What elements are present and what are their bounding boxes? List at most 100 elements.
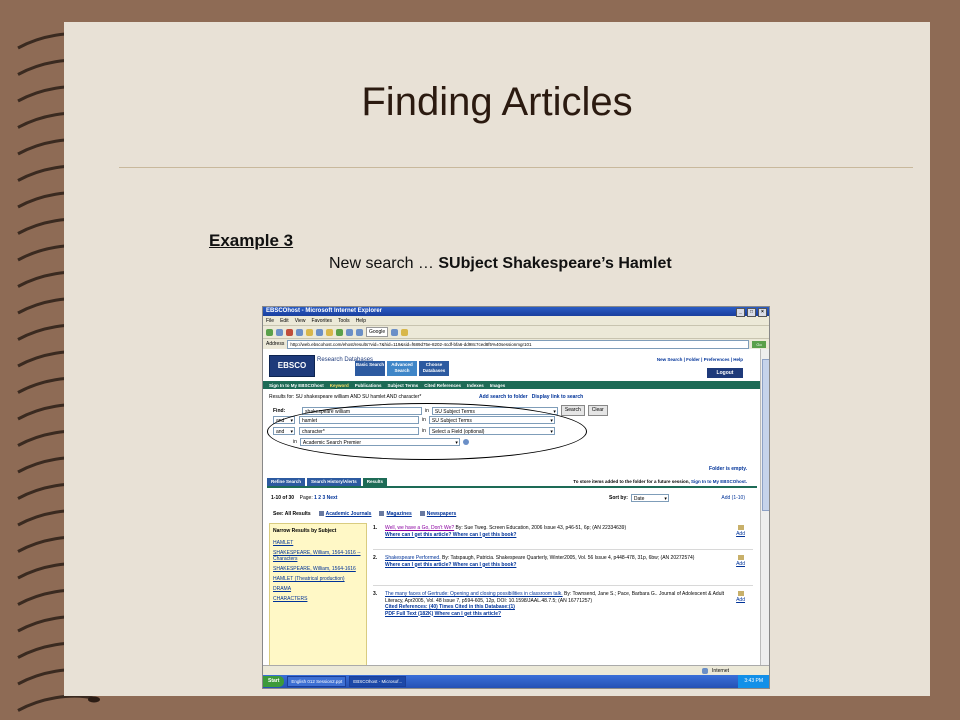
menu-tools[interactable]: Tools [338, 318, 350, 324]
see-magazines[interactable]: Magazines [379, 511, 412, 517]
result-links-2[interactable]: PDF Full Text (182K) Where can I get thi… [385, 611, 501, 617]
sign-in-link[interactable]: Sign In to My EBSCOhost [269, 383, 324, 388]
tab-search-history[interactable]: Search History/Alerts [307, 478, 361, 486]
status-zone: Internet [712, 667, 729, 674]
address-field[interactable]: http://web.ebscohost.com/ehost/results?v… [287, 339, 749, 349]
find-label: Find: [273, 407, 286, 414]
subject-hamlet-theatrical[interactable]: HAMLET (Theatrical production) [270, 574, 366, 584]
menu-view[interactable]: View [295, 318, 306, 324]
add-search-link[interactable]: Add search to folder [479, 394, 528, 400]
result-item-3: 3. The many faces of Gertrude: Opening a… [373, 591, 753, 639]
result-title[interactable]: Shakespeare Performed. [385, 555, 441, 561]
add-label: Add [736, 531, 745, 537]
folder-empty[interactable]: Folder is empty. [709, 466, 747, 472]
result-title[interactable]: Well, we have a Go, Don't We? [385, 525, 454, 531]
help-link[interactable]: Help [733, 357, 743, 362]
history-icon[interactable] [336, 328, 343, 336]
tab-advanced-search[interactable]: Advanced Search [387, 361, 417, 376]
minimize-button[interactable]: _ [736, 308, 745, 317]
menu-help[interactable]: Help [356, 318, 366, 324]
search-tabs: Basic Search Advanced Search Choose Data… [355, 361, 449, 376]
back-icon[interactable] [266, 328, 273, 336]
vertical-scrollbar[interactable] [760, 349, 769, 675]
forward-icon[interactable] [276, 328, 283, 336]
result-links[interactable]: Where can I get this article? Where can … [385, 532, 516, 538]
scrollbar-thumb[interactable] [762, 359, 769, 511]
result-links[interactable]: Where can I get this article? Where can … [385, 562, 516, 568]
result-number: 2. [373, 555, 378, 561]
search-button[interactable]: Search [560, 405, 585, 416]
bookmark-icon[interactable] [401, 328, 409, 336]
go-button[interactable]: Go [752, 340, 766, 348]
subject-shakespeare-characters[interactable]: SHAKESPEARE, William, 1564-1616 -- Chara… [270, 548, 366, 564]
page-1[interactable]: 1 [314, 495, 317, 501]
add-button[interactable]: Add [736, 555, 745, 568]
see-newspapers[interactable]: Newspapers [419, 511, 456, 517]
search-icon[interactable] [316, 328, 323, 336]
add-range-link[interactable]: Add (1-10) [721, 495, 745, 501]
tab-results[interactable]: Results [362, 478, 388, 486]
magazines-link[interactable]: Magazines [386, 511, 411, 517]
menu-file[interactable]: File [266, 318, 274, 324]
google-search-box[interactable]: Google [366, 327, 389, 337]
display-link[interactable]: Display link to search [532, 394, 583, 400]
nav-subject-terms[interactable]: Subject Terms [388, 383, 419, 388]
task-ebscohost[interactable]: EBSCOhost - Microsof... [349, 676, 407, 687]
result-number: 3. [373, 591, 378, 597]
page-2[interactable]: 2 [318, 495, 321, 501]
favorites-icon[interactable] [326, 328, 333, 336]
stop-icon[interactable] [286, 328, 293, 336]
new-search-link[interactable]: New Search [657, 357, 683, 362]
maximize-button[interactable]: □ [747, 308, 756, 317]
home-icon[interactable] [306, 328, 313, 336]
menu-edit[interactable]: Edit [280, 318, 289, 324]
page-next[interactable]: Next [327, 495, 338, 501]
result-number: 1. [373, 525, 378, 531]
subject-characters[interactable]: CHARACTERS [270, 594, 366, 604]
nav-cited-references[interactable]: Cited References [424, 383, 461, 388]
title-divider [119, 167, 913, 168]
nav-publications[interactable]: Publications [355, 383, 382, 388]
add-button[interactable]: Add [736, 525, 745, 538]
result-title[interactable]: The many faces of Gertrude: Opening and … [385, 591, 563, 597]
spiral-hole [88, 696, 100, 703]
academic-journals-link[interactable]: Academic Journals [326, 511, 372, 517]
task-powerpoint[interactable]: English 012 Session2.ppt [287, 676, 347, 687]
refresh-icon[interactable] [296, 328, 303, 336]
store-link[interactable]: Sign In to My EBSCOhost. [691, 479, 747, 484]
address-label: Address [266, 341, 285, 347]
subject-shakespeare[interactable]: SHAKESPEARE, William, 1564-1616 [270, 564, 366, 574]
result-links[interactable]: Cited References: (40) Times Cited in th… [385, 604, 515, 610]
nav-images[interactable]: Images [490, 383, 506, 388]
tab-choose-databases[interactable]: Choose Databases [419, 361, 449, 376]
subject-hamlet[interactable]: HAMLET [270, 538, 366, 548]
nav-indexes[interactable]: Indexes [467, 383, 484, 388]
add-button[interactable]: Add [736, 591, 745, 604]
toolbar-extra-icon[interactable] [391, 328, 399, 336]
close-button[interactable]: × [758, 308, 767, 317]
sort-select[interactable]: Date [630, 494, 669, 503]
start-button[interactable]: Start [263, 676, 285, 687]
menu-favorites[interactable]: Favorites [311, 318, 332, 324]
print-icon[interactable] [356, 328, 363, 336]
result-meta: By: Tatspaugh, Patricia. Shakespeare Qua… [440, 555, 695, 561]
tab-basic-search[interactable]: Basic Search [355, 361, 385, 376]
magazine-icon [379, 511, 385, 517]
clear-button[interactable]: Clear [587, 405, 608, 416]
journal-icon [318, 511, 324, 517]
nav-keyword[interactable]: Keyword [330, 383, 349, 388]
tab-refine-search[interactable]: Refine Search [267, 478, 306, 486]
folder-link[interactable]: Folder [686, 357, 700, 362]
newspapers-link[interactable]: Newspapers [427, 511, 456, 517]
page-3[interactable]: 3 [322, 495, 325, 501]
top-links: New Search | Folder | Preferences | Help [656, 357, 743, 362]
see-journals[interactable]: Academic Journals [318, 511, 372, 517]
logout-button[interactable]: Logout [707, 368, 743, 378]
subtitle-bold: SUbject Shakespeare’s Hamlet [438, 255, 672, 272]
browser-screenshot: EBSCOhost - Microsoft Internet Explorer … [262, 306, 770, 689]
mail-icon[interactable] [346, 328, 353, 336]
see-filters: See: All Results Academic Journals Magaz… [273, 511, 456, 517]
preferences-link[interactable]: Preferences [704, 357, 730, 362]
subject-drama[interactable]: DRAMA [270, 584, 366, 594]
ebsco-logo[interactable]: EBSCO HOST [269, 355, 315, 390]
